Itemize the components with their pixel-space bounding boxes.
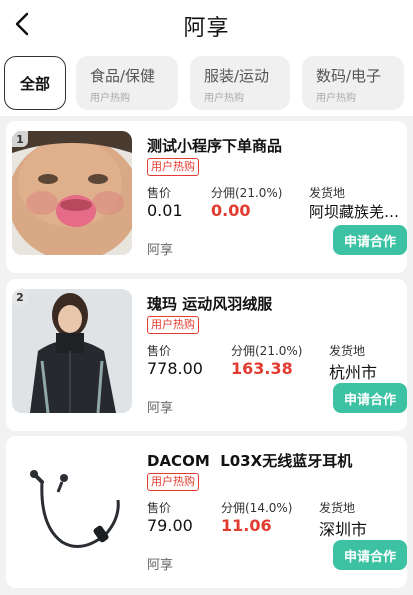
product-image[interactable]: 2: [12, 289, 132, 413]
price-value: 778.00: [147, 359, 203, 378]
product-card[interactable]: 1 测试小程序下单商品 用户热购 售价 0.01 分佣(21.0%) 0.00 …: [6, 121, 407, 273]
commission-value: 0.00: [211, 201, 251, 220]
price-value: 79.00: [147, 516, 193, 535]
apply-cooperation-button[interactable]: 申请合作: [333, 225, 407, 255]
rank-badge: 2: [12, 289, 28, 305]
earphones-photo: [12, 446, 132, 570]
product-name[interactable]: 测试小程序下单商品: [147, 135, 282, 156]
jacket-photo: [12, 289, 132, 413]
hot-badge: 用户热购: [147, 316, 199, 334]
product-card[interactable]: 3 DACOM L03X无线蓝牙耳机 用户热购 售价 79.00 分佣(14.0…: [6, 436, 407, 588]
price-label: 售价: [147, 501, 172, 515]
origin-label: 发货地: [329, 344, 366, 358]
commission-label: 分佣(14.0%): [221, 501, 293, 515]
tab-label: 服装/运动: [204, 67, 270, 85]
origin-label: 发货地: [319, 501, 356, 515]
rank-badge: 1: [12, 131, 28, 147]
apply-cooperation-button[interactable]: 申请合作: [333, 383, 407, 413]
tab-label: 食品/保健: [90, 67, 156, 85]
tab-sublabel: 用户热购: [90, 93, 130, 104]
product-card[interactable]: 2 瑰玛 运动风羽绒服 用户热购 售价 778.00 分佣(21.0%) 163…: [6, 279, 407, 431]
tab-clothing-sports[interactable]: 服装/运动 用户热购: [190, 56, 290, 110]
origin-label: 发货地: [309, 186, 346, 200]
commission-value: 163.38: [231, 359, 293, 378]
tab-all[interactable]: 全部: [4, 56, 66, 110]
tab-sublabel: 用户热购: [316, 93, 356, 104]
price-value: 0.01: [147, 201, 183, 220]
category-tabs: 全部 食品/保健 用户热购 服装/运动 用户热购 数码/电子 用户热购: [0, 48, 413, 116]
price-label: 售价: [147, 344, 172, 358]
page-title: 阿享: [183, 16, 230, 41]
commission-label: 分佣(21.0%): [211, 186, 283, 200]
product-name[interactable]: DACOM L03X无线蓝牙耳机: [147, 450, 352, 471]
price-label: 售价: [147, 186, 172, 200]
apply-cooperation-button[interactable]: 申请合作: [333, 540, 407, 570]
tab-label: 数码/电子: [316, 67, 382, 85]
tab-digital-electronics[interactable]: 数码/电子 用户热购: [302, 56, 404, 110]
tab-food-health[interactable]: 食品/保健 用户热购: [76, 56, 178, 110]
commission-value: 11.06: [221, 516, 272, 535]
product-name[interactable]: 瑰玛 运动风羽绒服: [147, 293, 272, 314]
nav-bar: 阿享: [0, 0, 413, 48]
origin-value: 杭州市: [329, 363, 378, 382]
shop-name: 阿享: [147, 558, 174, 573]
origin-value: 深圳市: [319, 520, 368, 539]
face-photo: [12, 131, 132, 255]
hot-badge: 用户热购: [147, 158, 199, 176]
hot-badge: 用户热购: [147, 473, 199, 491]
tab-sublabel: 用户热购: [204, 93, 244, 104]
shop-name: 阿享: [147, 401, 174, 416]
shop-name: 阿享: [147, 243, 174, 258]
origin-value: 阿坝藏族羌…: [309, 203, 400, 221]
tab-label: 全部: [19, 74, 50, 93]
commission-label: 分佣(21.0%): [231, 344, 303, 358]
product-image[interactable]: 3: [12, 446, 132, 570]
product-image[interactable]: 1: [12, 131, 132, 255]
